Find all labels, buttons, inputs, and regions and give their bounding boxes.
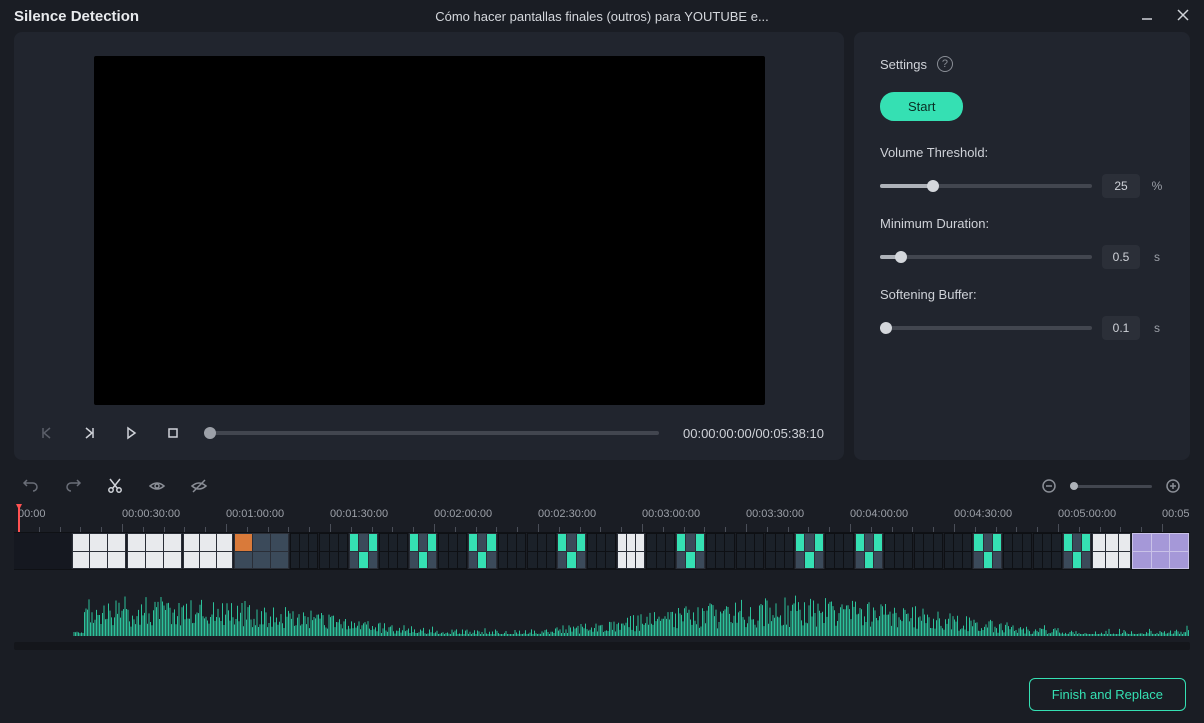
finish-and-replace-button[interactable]: Finish and Replace (1029, 678, 1186, 711)
clip-thumbnail[interactable] (706, 533, 736, 569)
help-icon[interactable]: ? (937, 56, 953, 72)
document-title: Cómo hacer pantallas finales (outros) pa… (0, 9, 1204, 24)
clip-thumbnail[interactable] (944, 533, 974, 569)
transport-bar: 00:00:00:00/00:05:38:10 (34, 419, 824, 448)
ruler-tick: 00:05:00:00 (1058, 508, 1116, 520)
setting-slider[interactable] (880, 255, 1092, 259)
setting-slider[interactable] (880, 326, 1092, 330)
setting-unit: s (1150, 321, 1164, 335)
ruler-tick: 00:03:30:00 (746, 508, 804, 520)
ruler-tick: 00:02:00:00 (434, 508, 492, 520)
clip-thumbnail[interactable] (973, 533, 1003, 569)
clip-thumbnail[interactable] (1063, 533, 1093, 569)
setting-label: Volume Threshold: (880, 145, 1164, 160)
ruler-tick: 00:05:30:00 (1162, 508, 1190, 520)
clip-thumbnail[interactable] (438, 533, 468, 569)
clip-thumbnail[interactable] (855, 533, 885, 569)
clip-thumbnail[interactable] (736, 533, 766, 569)
settings-panel: Settings ? Start Volume Threshold: 25% Min… (854, 32, 1190, 460)
thumbnail-strip[interactable] (14, 532, 1190, 570)
clip-thumbnail[interactable] (676, 533, 706, 569)
clip-thumbnail[interactable] (379, 533, 409, 569)
setting-0: Volume Threshold: 25% (880, 145, 1164, 198)
clip-thumbnail[interactable] (183, 533, 235, 569)
clip-thumbnail[interactable] (825, 533, 855, 569)
setting-slider[interactable] (880, 184, 1092, 188)
clip-thumbnail[interactable] (765, 533, 795, 569)
prev-frame-button[interactable] (34, 420, 60, 446)
clip-thumbnail[interactable] (587, 533, 617, 569)
timeline-ruler[interactable]: 00:00 00:00:30:00 00:01:00:00 00:01:30:00 00… (14, 504, 1190, 532)
setting-2: Softening Buffer: 0.1 s (880, 287, 1164, 340)
redo-button[interactable] (62, 475, 84, 497)
setting-label: Softening Buffer: (880, 287, 1164, 302)
titlebar: Silence Detection Cómo hacer pantallas f… (0, 0, 1204, 32)
clip-thumbnail[interactable] (14, 533, 72, 569)
stop-button[interactable] (160, 420, 186, 446)
clip-thumbnail[interactable] (1033, 533, 1063, 569)
ruler-tick: 00:01:00:00 (226, 508, 284, 520)
timeline-toolbar (14, 470, 1190, 502)
clip-thumbnail[interactable] (527, 533, 557, 569)
setting-unit: % (1150, 179, 1164, 193)
zoom-slider[interactable] (1070, 485, 1152, 488)
clip-thumbnail[interactable] (617, 533, 647, 569)
undo-button[interactable] (20, 475, 42, 497)
clip-thumbnail[interactable] (349, 533, 379, 569)
setting-label: Minimum Duration: (880, 216, 1164, 231)
clip-thumbnail[interactable] (72, 533, 128, 569)
clip-thumbnail[interactable] (290, 533, 320, 569)
playhead[interactable] (18, 504, 20, 532)
ruler-tick: 00:04:30:00 (954, 508, 1012, 520)
setting-value[interactable]: 0.5 (1102, 245, 1140, 269)
clip-thumbnail[interactable] (498, 533, 528, 569)
zoom-in-button[interactable] (1162, 475, 1184, 497)
minimize-button[interactable] (1140, 8, 1154, 25)
start-button[interactable]: Start (880, 92, 963, 121)
setting-value[interactable]: 25 (1102, 174, 1140, 198)
clip-thumbnail[interactable] (914, 533, 944, 569)
clip-thumbnail[interactable] (409, 533, 439, 569)
next-frame-button[interactable] (76, 420, 102, 446)
timecode-display: 00:00:00:00/00:05:38:10 (683, 426, 824, 441)
ruler-tick: 00:02:30:00 (538, 508, 596, 520)
clip-thumbnail[interactable] (1092, 533, 1132, 569)
settings-heading: Settings (880, 57, 927, 72)
clip-thumbnail[interactable] (646, 533, 676, 569)
clip-thumbnail[interactable] (795, 533, 825, 569)
scrub-slider[interactable] (210, 431, 659, 435)
setting-unit: s (1150, 250, 1164, 264)
play-button[interactable] (118, 420, 144, 446)
ruler-tick: 00:03:00:00 (642, 508, 700, 520)
ruler-tick: 00:00 (18, 508, 46, 520)
app-title: Silence Detection (14, 8, 139, 25)
ruler-tick: 00:04:00:00 (850, 508, 908, 520)
setting-value[interactable]: 0.1 (1102, 316, 1140, 340)
setting-1: Minimum Duration: 0.5 s (880, 216, 1164, 269)
clip-thumbnail[interactable] (1132, 533, 1190, 569)
total-time: 00:05:38:10 (755, 426, 824, 441)
close-button[interactable] (1176, 8, 1190, 25)
scrub-handle[interactable] (204, 427, 216, 439)
timeline-scrollbar[interactable] (14, 642, 1190, 650)
video-preview (94, 56, 765, 405)
ruler-tick: 00:01:30:00 (330, 508, 388, 520)
zoom-out-button[interactable] (1038, 475, 1060, 497)
clip-thumbnail[interactable] (127, 533, 183, 569)
clip-thumbnail[interactable] (319, 533, 349, 569)
clip-thumbnail[interactable] (234, 533, 290, 569)
clip-thumbnail[interactable] (884, 533, 914, 569)
timeline-area: 00:00 00:00:30:00 00:01:00:00 00:01:30:00 00… (14, 470, 1190, 650)
window-controls (1140, 8, 1190, 25)
preview-panel: 00:00:00:00/00:05:38:10 (14, 32, 844, 460)
ruler-tick: 00:00:30:00 (122, 508, 180, 520)
current-time: 00:00:00:00 (683, 426, 752, 441)
preview-toggle-button[interactable] (146, 475, 168, 497)
clip-thumbnail[interactable] (1003, 533, 1033, 569)
cut-button[interactable] (104, 475, 126, 497)
clip-thumbnail[interactable] (557, 533, 587, 569)
hide-toggle-button[interactable] (188, 475, 210, 497)
clip-thumbnail[interactable] (468, 533, 498, 569)
audio-waveform[interactable] (14, 570, 1190, 638)
